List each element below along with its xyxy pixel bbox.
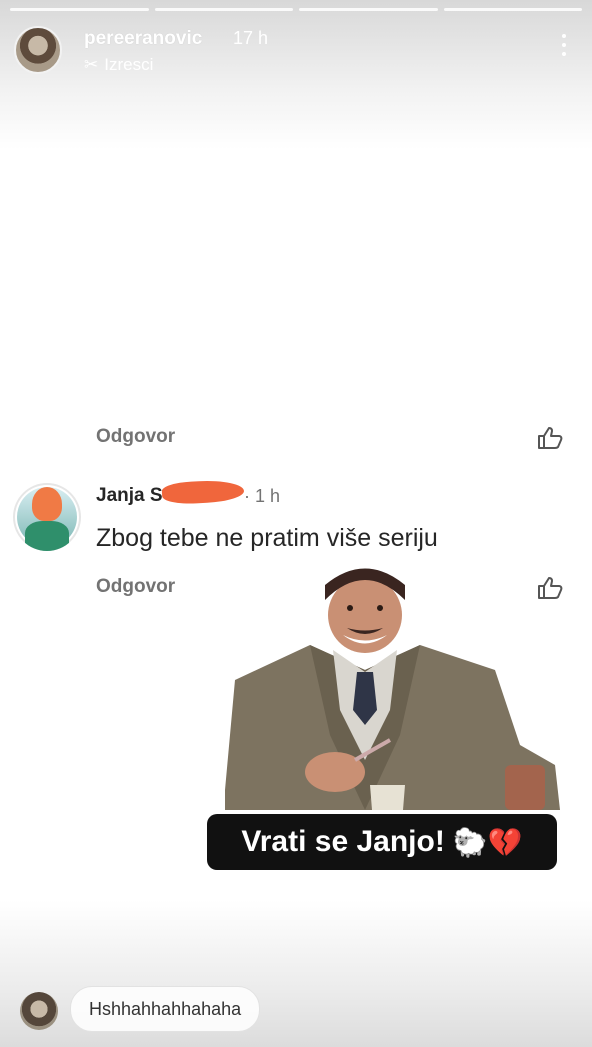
comment-text: Zbog tebe ne pratim više seriju xyxy=(96,524,438,552)
story-time: 17 h xyxy=(233,28,269,48)
subtitle-label: Izresci xyxy=(104,55,154,74)
comment-time: · 1 h xyxy=(244,486,281,506)
story-subtitle[interactable]: ✂ Izresci xyxy=(84,55,153,75)
progress-segment xyxy=(443,8,582,11)
scissors-icon: ✂ xyxy=(84,55,99,74)
author-username[interactable]: pereeranovic xyxy=(84,28,202,50)
progress-segment xyxy=(10,8,149,11)
reply-bar: Hshhahhahhahaha xyxy=(20,986,580,1032)
man-sticker-image xyxy=(225,568,560,810)
progress-segment xyxy=(299,8,438,11)
sticker-caption: Vrati se Janjo! 🐑💔 xyxy=(207,814,557,870)
reply-link[interactable]: Odgovor xyxy=(96,576,175,598)
like-icon[interactable] xyxy=(537,426,563,450)
commenter-avatar[interactable] xyxy=(13,483,81,551)
author-avatar[interactable] xyxy=(14,26,62,74)
commenter-name[interactable]: Janja S xyxy=(96,485,163,507)
story-progress xyxy=(10,8,582,11)
sheep-broken-heart-emoji: 🐑💔 xyxy=(452,826,523,858)
reply-message-bubble[interactable]: Hshhahhahhahaha xyxy=(70,986,261,1032)
story-header: pereeranovic 17 h ✂ Izresci xyxy=(14,24,578,76)
redaction-scribble xyxy=(161,478,245,506)
progress-segment xyxy=(154,8,293,11)
viewer-avatar xyxy=(20,992,58,1030)
reply-link[interactable]: Odgovor xyxy=(96,426,175,448)
caption-text: Vrati se Janjo! xyxy=(241,825,445,858)
more-vertical-icon[interactable] xyxy=(562,34,568,61)
